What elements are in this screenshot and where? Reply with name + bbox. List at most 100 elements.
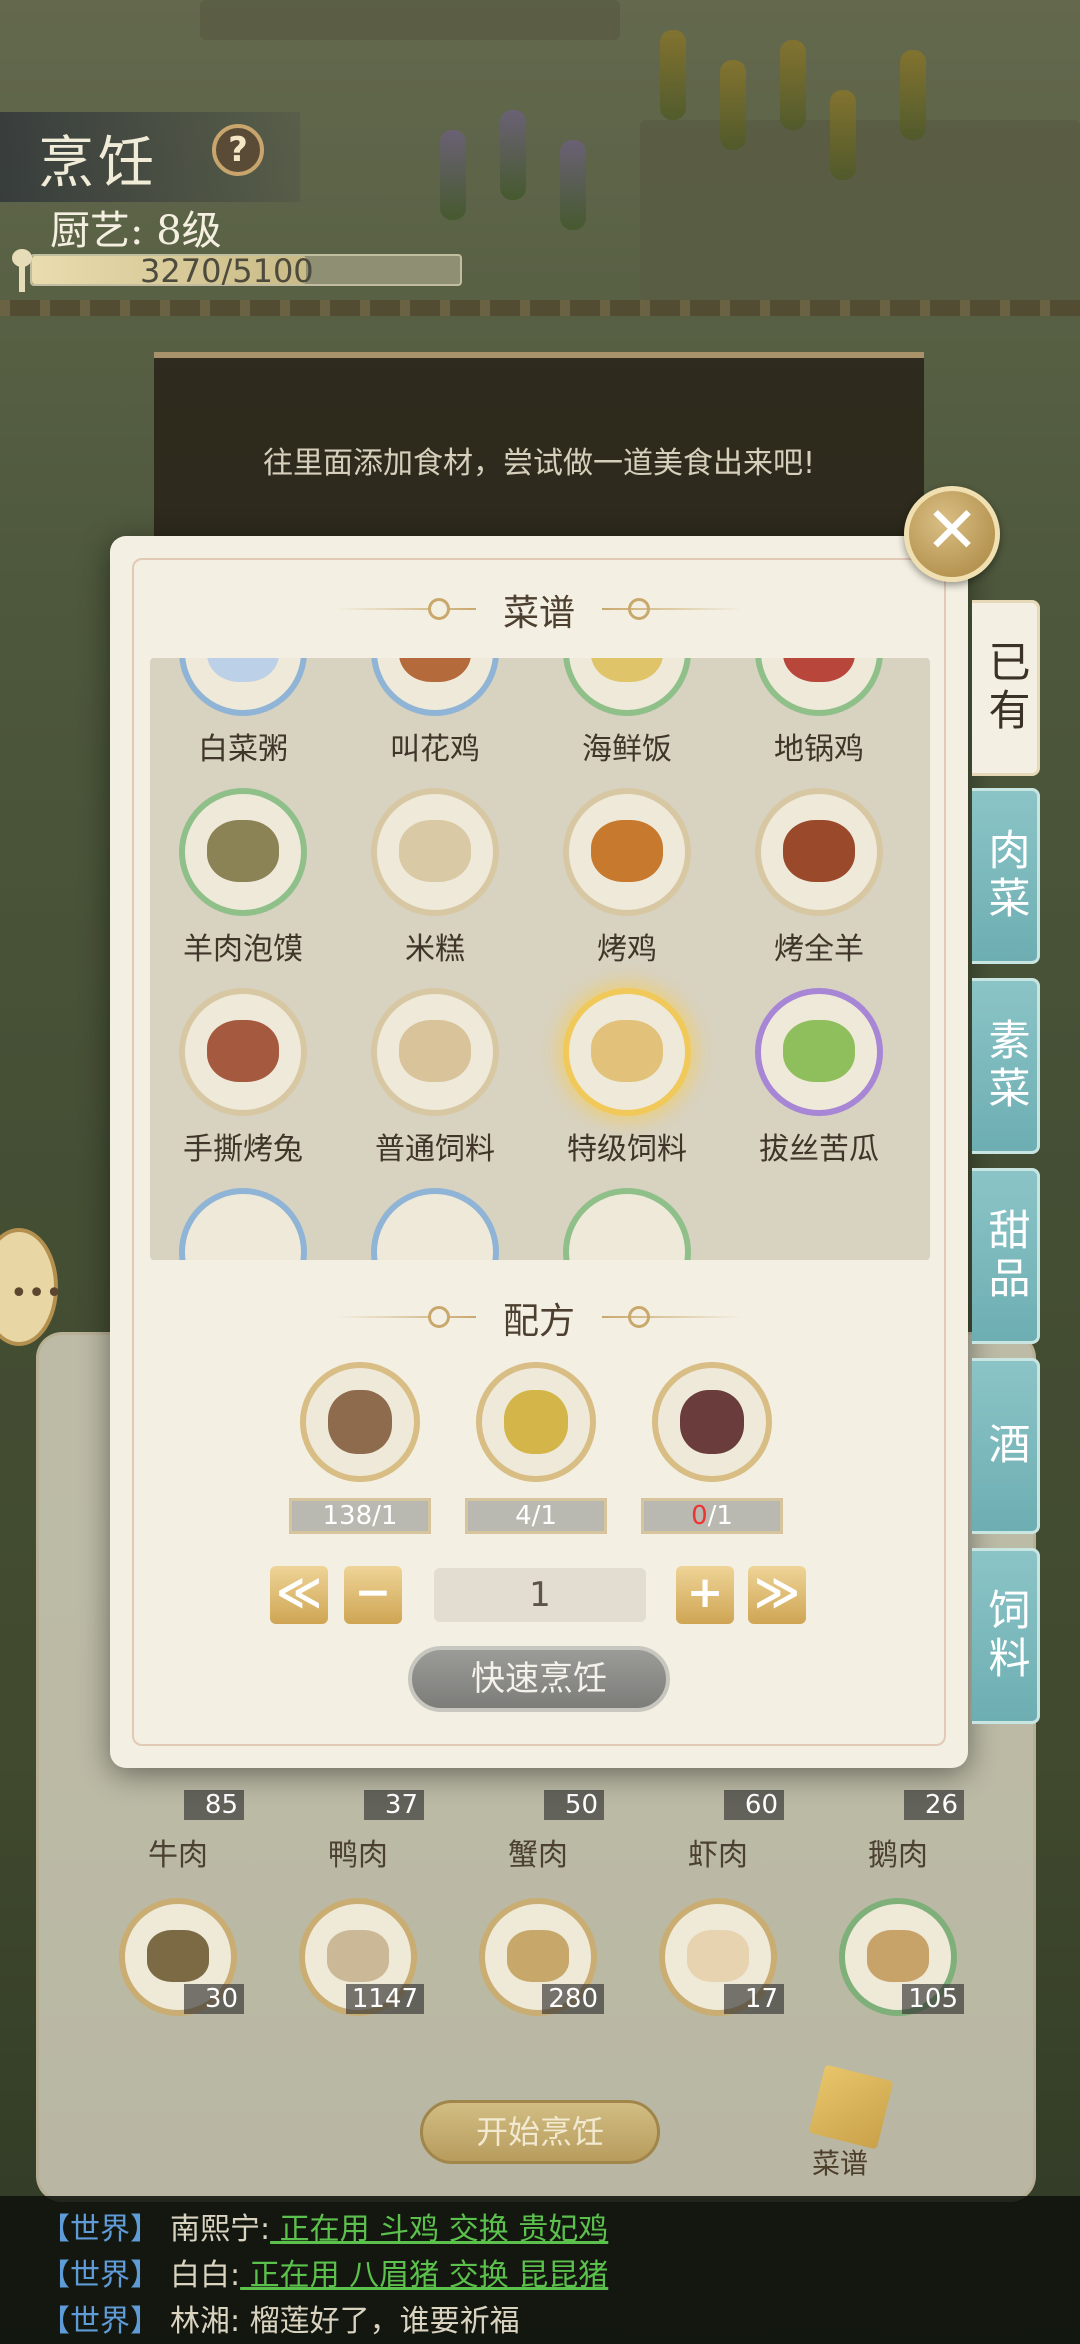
- start-cooking-button[interactable]: 开始烹饪: [420, 2100, 660, 2164]
- chat-channel-tag: 【世界】: [40, 2304, 160, 2339]
- ingredient-count: 280: [542, 1984, 604, 2014]
- recipe-item[interactable]: 羊肉泡馍: [150, 788, 338, 968]
- ingredient-food-icon: [687, 1930, 749, 1982]
- dish-icon: [563, 788, 691, 916]
- formula-count: 138/1: [289, 1498, 431, 1534]
- recipe-section-title: 菜谱: [502, 593, 575, 634]
- ingredient-item[interactable]: 105: [828, 1898, 968, 2016]
- chat-sender[interactable]: 林湘:: [170, 2304, 240, 2339]
- formula-count-have: 138: [322, 1501, 373, 1531]
- recipe-item[interactable]: 叫花鸡: [340, 658, 530, 768]
- dish-food-icon: [399, 820, 471, 882]
- decrease-quantity-button[interactable]: −: [344, 1566, 402, 1624]
- tab-4[interactable]: 酒: [972, 1358, 1040, 1534]
- ingredient-item[interactable]: 17: [648, 1898, 788, 2016]
- ingredient-item[interactable]: 30: [108, 1898, 248, 2016]
- tab-1[interactable]: 肉菜: [972, 788, 1040, 964]
- min-quantity-button[interactable]: ≪: [270, 1566, 328, 1624]
- recipe-grid[interactable]: 白菜粥 叫花鸡 海鲜饭 地锅鸡羊肉泡馍 米糕 烤鸡 烤全羊手撕烤兔 普通饲料 特级饲料 拔丝苦瓜: [150, 658, 930, 1260]
- dish-food-icon: [207, 1020, 279, 1082]
- dish-icon: [755, 658, 883, 716]
- formula-item-taro[interactable]: 0/1: [632, 1362, 792, 1534]
- durian-food-icon: [504, 1390, 568, 1454]
- dish-food-icon: [207, 658, 279, 682]
- chat-channel-tag: 【世界】: [40, 2258, 160, 2293]
- chat-trade-link[interactable]: 正在用 斗鸡 交换 贵妃鸡: [270, 2212, 609, 2247]
- dish-icon: [179, 1188, 307, 1260]
- dish-food-icon: [399, 658, 471, 682]
- max-quantity-button[interactable]: ≫: [748, 1566, 806, 1624]
- recipe-item-partial[interactable]: [150, 1188, 338, 1260]
- dish-food-icon: [207, 820, 279, 882]
- tab-5[interactable]: 饲料: [972, 1548, 1040, 1724]
- chat-bubble-icon: •••: [10, 1276, 64, 1311]
- world-chat[interactable]: 【世界】 南熙宁: 正在用 斗鸡 交换 贵妃鸡 【世界】 白白: 正在用 八眉猪 交换…: [0, 2196, 1080, 2344]
- formula-count-have: 4: [515, 1501, 532, 1531]
- chat-trade-link[interactable]: 正在用 八眉猪 交换 昆昆猪: [240, 2258, 609, 2293]
- formula-count: 4/1: [465, 1498, 607, 1534]
- increase-quantity-button[interactable]: +: [676, 1566, 734, 1624]
- recipe-item[interactable]: 烤鸡: [532, 788, 722, 968]
- recipe-item[interactable]: 普通饲料: [340, 988, 530, 1168]
- chef-level-label: 厨艺: 8级: [50, 208, 222, 254]
- close-dialog-button[interactable]: ✕: [904, 486, 1000, 582]
- dish-food-icon: [591, 1020, 663, 1082]
- recipe-item[interactable]: 米糕: [340, 788, 530, 968]
- recipe-item[interactable]: 海鲜饭: [532, 658, 722, 768]
- ingredient-food-icon: [327, 1930, 389, 1982]
- dish-icon: [371, 788, 499, 916]
- dish-name: 叫花鸡: [390, 732, 480, 767]
- tab-2[interactable]: 素菜: [972, 978, 1040, 1154]
- ingredient-name: 鸭肉: [328, 1838, 388, 1873]
- taro-icon: [652, 1362, 772, 1482]
- durian-icon: [476, 1362, 596, 1482]
- formula-count-have: 0: [691, 1501, 708, 1531]
- formula-item-mushroom[interactable]: 138/1: [280, 1362, 440, 1534]
- dish-name: 米糕: [405, 932, 465, 967]
- chat-sender[interactable]: 白白:: [170, 2258, 240, 2293]
- recipe-book-button[interactable]: 菜谱: [808, 2064, 894, 2180]
- dish-icon: [371, 658, 499, 716]
- recipe-item-partial[interactable]: [532, 1188, 722, 1260]
- recipe-item[interactable]: 特级饲料: [532, 988, 722, 1168]
- formula-count: 0/1: [641, 1498, 783, 1534]
- title-ornament-right: [602, 608, 742, 610]
- chat-line[interactable]: 【世界】 南熙宁: 正在用 斗鸡 交换 贵妃鸡: [40, 2204, 608, 2248]
- recipe-item-partial[interactable]: [340, 1188, 530, 1260]
- ingredient-count: 105: [902, 1984, 964, 2014]
- recipe-item[interactable]: 手撕烤兔: [150, 988, 338, 1168]
- dish-name: 海鲜饭: [582, 732, 672, 767]
- dish-name: 手撕烤兔: [183, 1132, 303, 1167]
- tab-0[interactable]: 已有: [972, 600, 1040, 776]
- recipe-item[interactable]: 烤全羊: [724, 788, 914, 968]
- tab-3[interactable]: 甜品: [972, 1168, 1040, 1344]
- dish-name: 羊肉泡馍: [183, 932, 303, 967]
- chat-line[interactable]: 【世界】 林湘: 榴莲好了，谁要祈福: [40, 2296, 520, 2340]
- dish-name: 地锅鸡: [774, 732, 864, 767]
- ingredient-food-icon: [147, 1930, 209, 1982]
- dish-name: 烤鸡: [597, 932, 657, 967]
- ingredient-item[interactable]: 1147: [288, 1898, 428, 2016]
- dish-icon: [371, 1188, 499, 1260]
- formula-ornament-right: [602, 1316, 742, 1318]
- dish-icon: [755, 988, 883, 1116]
- help-icon[interactable]: ?: [212, 124, 264, 176]
- ingredient-food-icon: [867, 1930, 929, 1982]
- dish-icon: [179, 988, 307, 1116]
- recipe-book-icon: [808, 2064, 894, 2150]
- recipe-item[interactable]: 地锅鸡: [724, 658, 914, 768]
- dish-food-icon: [591, 820, 663, 882]
- recipe-item[interactable]: 白菜粥: [150, 658, 338, 768]
- chat-sender[interactable]: 南熙宁:: [170, 2212, 270, 2247]
- formula-section-title: 配方: [502, 1301, 575, 1342]
- chat-channel-tag: 【世界】: [40, 2212, 160, 2247]
- quick-cook-button[interactable]: 快速烹饪: [408, 1646, 670, 1712]
- ingredient-name: 鹅肉: [868, 1838, 928, 1873]
- quantity-field[interactable]: 1: [434, 1568, 646, 1622]
- ingredient-item[interactable]: 280: [468, 1898, 608, 2016]
- recipe-item[interactable]: 拔丝苦瓜: [724, 988, 914, 1168]
- ingredient-count: 26: [904, 1790, 964, 1820]
- dish-icon: [563, 658, 691, 716]
- formula-item-durian[interactable]: 4/1: [456, 1362, 616, 1534]
- chat-line[interactable]: 【世界】 白白: 正在用 八眉猪 交换 昆昆猪: [40, 2250, 608, 2294]
